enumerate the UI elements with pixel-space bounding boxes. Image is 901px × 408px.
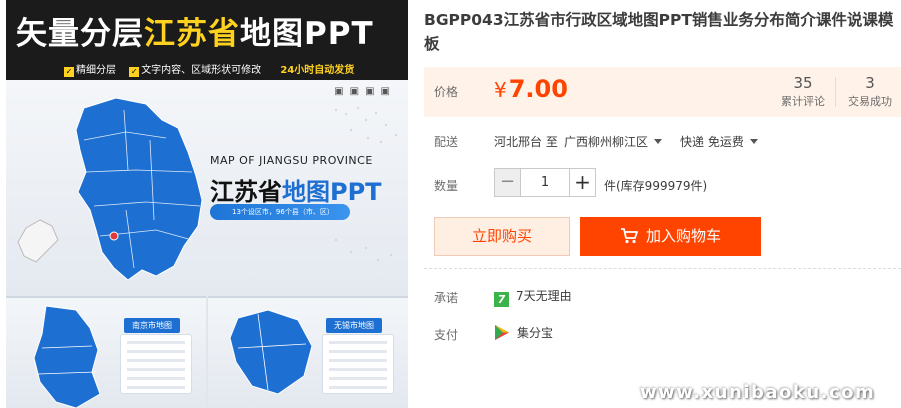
seven-day-return-icon: 7 [494,292,509,307]
banner-title-a: 矢量分层 [16,16,144,52]
reviews-label: 累计评论 [781,95,825,108]
reviews-count: 35 [793,74,813,92]
price-label: 价格 [434,85,459,99]
check-icon: ✓ [64,67,74,77]
quantity-stepper: − + [494,168,596,197]
chevron-down-icon [749,139,758,144]
banner-title-b: 江苏省 [144,16,240,52]
quantity-label: 数量 [434,179,459,193]
currency-symbol: ¥ [494,78,507,102]
deals-count: 3 [865,74,875,92]
delivery-label: 配送 [434,135,459,149]
slide-preview-main: ▣▣▣▣ MAP OF JIANGSU PROVINCE 江苏省地图PPT 13… [6,80,408,296]
shipping-method-select[interactable]: 快递 免运费 [680,133,758,150]
thumbnail-nanjing[interactable]: 南京市地图 [6,296,206,408]
quantity-increase-button[interactable]: + [569,169,595,196]
payment-label: 支付 [434,328,459,342]
thumbnail-label: 南京市地图 [124,318,180,333]
add-to-cart-button[interactable]: 加入购物车 [580,217,761,256]
deals-label: 交易成功 [848,95,892,108]
price-value: ¥7.00 [494,75,568,103]
delivery-destination-select[interactable]: 广西柳州柳江区 [564,133,663,150]
delivery-badge: 24小时自动发货 [280,65,355,76]
promise-item[interactable]: 7 7天无理由 [494,287,572,307]
slide-pill: 13个设区市，96个县（市、区） [210,204,350,220]
site-watermark: www.xunibaoku.com [640,382,876,403]
quantity-input[interactable] [521,169,569,196]
add-to-cart-label: 加入购物车 [645,227,721,245]
cart-icon [620,228,638,244]
banner-title-c: 地图PPT [240,16,374,52]
quantity-decrease-button[interactable]: − [495,169,521,196]
image-banner: 矢量分层江苏省地图PPT ✓ 精细分层 ✓ 文字内容、区域形状可修改 24小时自动发… [6,0,408,80]
check-icon: ✓ [129,67,140,77]
product-info-panel: BGPP043江苏省市行政区域地图PPT销售业务分布简介课件说课模板 价格 ¥7… [424,0,901,408]
image-thumbnails: 南京市地图 无锡市地图 [6,296,408,408]
stock-text: 件(库存999979件) [604,179,708,193]
product-title: BGPP043江苏省市行政区域地图PPT销售业务分布简介课件说课模板 [424,11,894,53]
banner-features: ✓ 精细分层 ✓ 文字内容、区域形状可修改 24小时自动发货 [64,61,364,77]
chevron-down-icon [654,139,663,144]
divider [424,268,901,269]
thumbnail-text-card [322,334,394,394]
payment-item[interactable]: 集分宝 [494,324,553,341]
promise-label: 承诺 [434,291,459,305]
delivery-from: 河北邢台 至 [494,135,558,149]
stat-divider [835,77,836,107]
buy-now-button[interactable]: 立即购买 [434,217,570,256]
reviews-stat[interactable]: 35 累计评论 [771,73,835,109]
thumbnail-wuxi[interactable]: 无锡市地图 [208,296,408,408]
deals-stat: 3 交易成功 [838,73,901,109]
feature-2: ✓ 文字内容、区域形状可修改 [129,65,262,77]
thumbnail-label: 无锡市地图 [326,318,382,333]
banner-title: 矢量分层江苏省地图PPT [16,8,374,53]
slide-subtitle: MAP OF JIANGSU PROVINCE [210,154,373,167]
jifenbao-icon [495,325,509,340]
thumbnail-text-card [120,334,192,394]
slide-title: 江苏省地图PPT [210,178,382,206]
slide-icon-row: ▣▣▣▣ [334,86,396,97]
price-box: 价格 ¥7.00 35 累计评论 3 交易成功 [424,67,901,117]
product-main-image[interactable]: 矢量分层江苏省地图PPT ✓ 精细分层 ✓ 文字内容、区域形状可修改 24小时自动发… [6,0,408,408]
feature-1: ✓ 精细分层 [64,65,116,77]
